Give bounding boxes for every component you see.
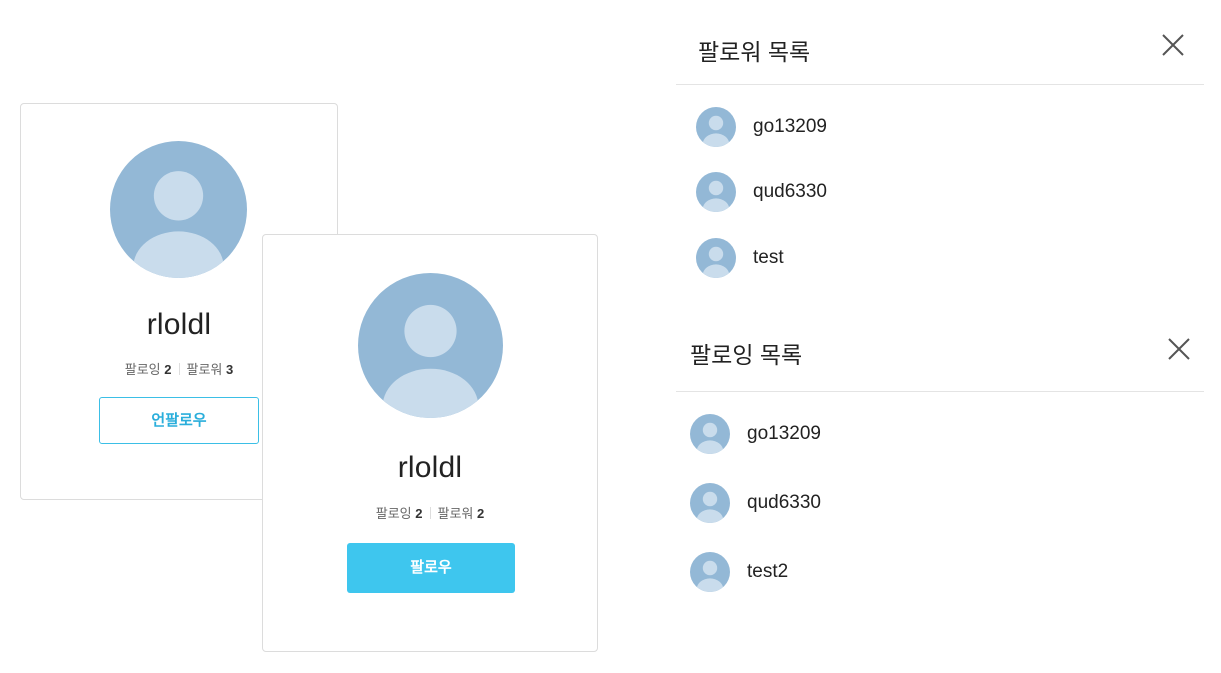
- following-item[interactable]: test2: [690, 552, 788, 592]
- header-divider: [676, 391, 1204, 392]
- followers-count: 2: [477, 506, 485, 521]
- following-username: test2: [747, 561, 789, 582]
- following-title: 팔로잉 목록: [690, 342, 803, 368]
- following-label: 팔로잉: [124, 362, 161, 377]
- user-avatar-icon: [702, 115, 730, 147]
- avatar: [696, 107, 736, 147]
- avatar: [690, 552, 730, 592]
- following-modal: 팔로잉 목록 go13209 qud6330 test2: [676, 298, 1204, 618]
- user-avatar-icon: [382, 304, 479, 418]
- user-avatar-icon: [702, 180, 730, 212]
- avatar: [690, 483, 730, 523]
- following-username: qud6330: [747, 492, 821, 513]
- following-item[interactable]: go13209: [690, 414, 821, 454]
- avatar: [696, 172, 736, 212]
- count-divider: [429, 507, 431, 519]
- following-count: 2: [164, 362, 172, 377]
- follower-item[interactable]: go13209: [696, 107, 827, 147]
- profile-card-follow: rloldl 팔로잉 2 팔로워 2 팔로우: [262, 234, 598, 652]
- close-icon[interactable]: [1166, 336, 1192, 362]
- avatar: [110, 141, 247, 278]
- user-avatar-icon: [696, 560, 724, 592]
- count-divider: [178, 363, 180, 375]
- user-avatar-icon: [696, 422, 724, 454]
- close-icon[interactable]: [1160, 32, 1186, 58]
- followers-title: 팔로워 목록: [698, 39, 811, 65]
- user-avatar-icon: [133, 171, 224, 278]
- user-avatar-icon: [702, 246, 730, 278]
- following-label: 팔로잉: [375, 506, 412, 521]
- following-item[interactable]: qud6330: [690, 483, 821, 523]
- profile-username: rloldl: [397, 451, 463, 484]
- follower-username: go13209: [753, 116, 827, 137]
- followers-label: 팔로워: [186, 362, 223, 377]
- following-username: go13209: [747, 423, 821, 444]
- follower-item[interactable]: qud6330: [696, 172, 827, 212]
- avatar: [358, 273, 503, 418]
- unfollow-button[interactable]: 언팔로우: [99, 397, 259, 444]
- avatar: [696, 238, 736, 278]
- follow-button[interactable]: 팔로우: [347, 543, 515, 593]
- follower-username: qud6330: [753, 181, 827, 202]
- follower-username: test: [753, 247, 784, 268]
- follow-counts: 팔로잉 2 팔로워 2: [263, 503, 597, 522]
- following-count: 2: [415, 506, 423, 521]
- follower-item[interactable]: test: [696, 238, 784, 278]
- followers-label: 팔로워: [437, 506, 474, 521]
- user-avatar-icon: [696, 491, 724, 523]
- followers-modal: 팔로워 목록 go13209 qud6330 test: [676, 8, 1204, 298]
- header-divider: [676, 84, 1204, 85]
- followers-count: 3: [226, 362, 234, 377]
- avatar: [690, 414, 730, 454]
